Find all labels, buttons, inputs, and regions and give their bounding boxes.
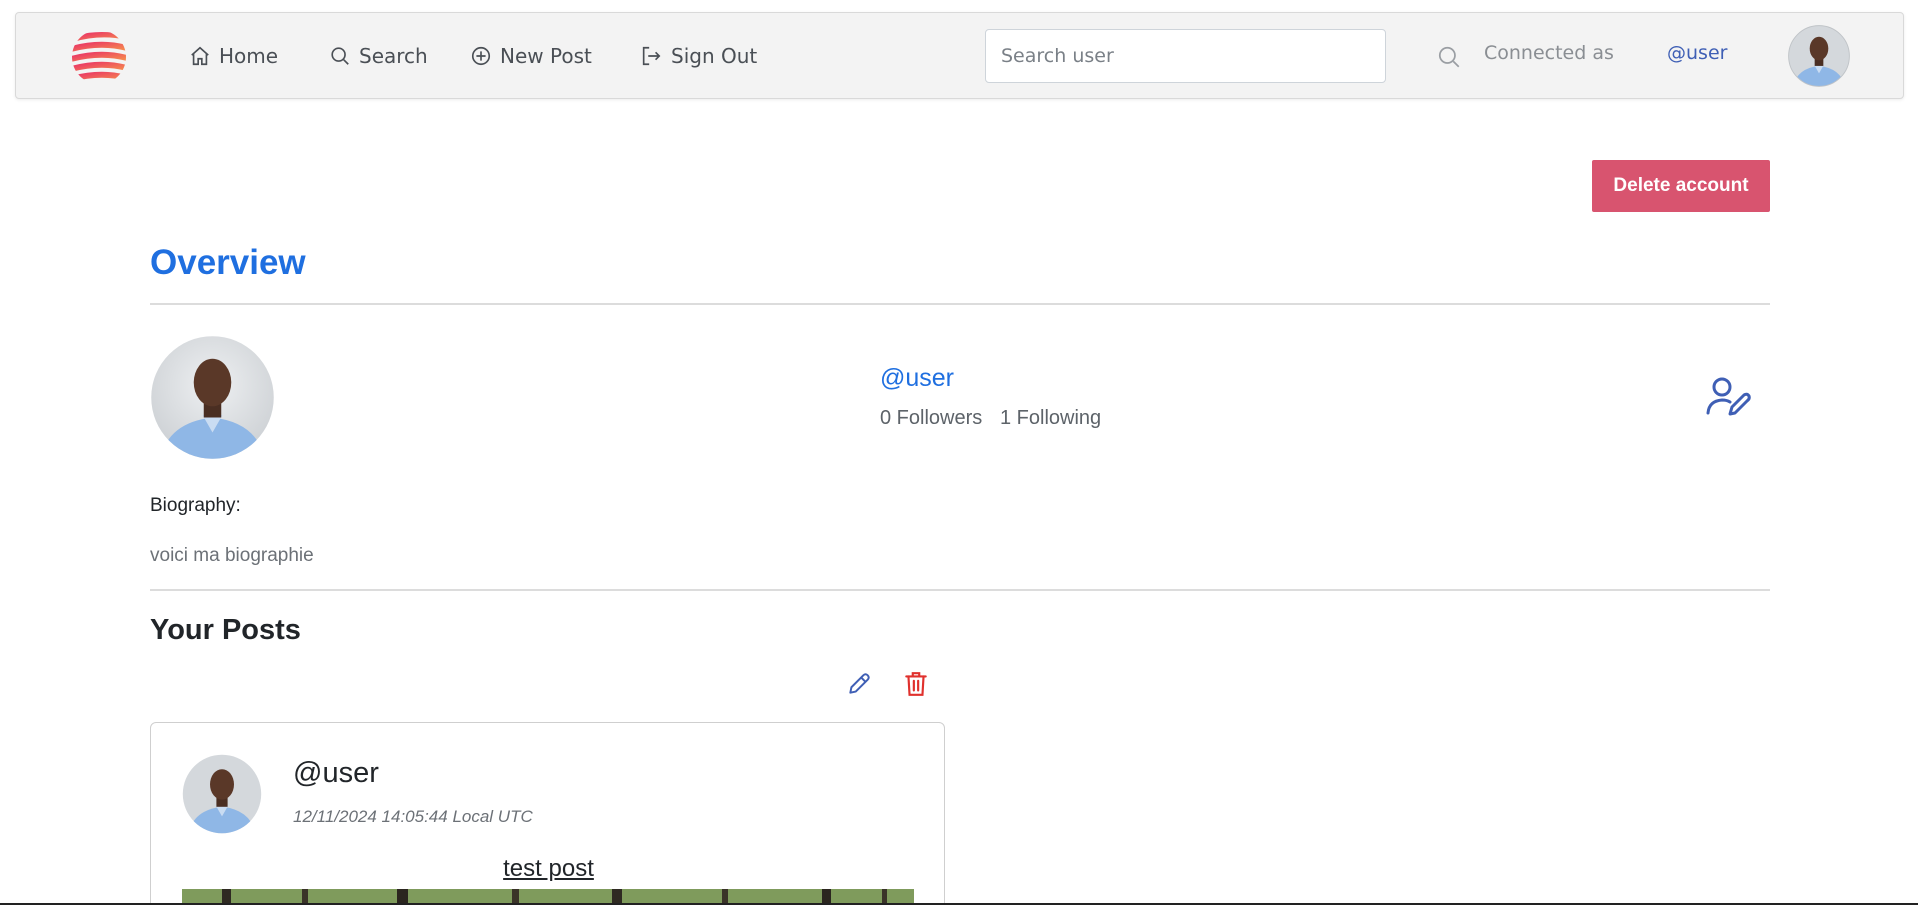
page-title: Overview xyxy=(150,243,306,282)
logo-icon[interactable] xyxy=(71,29,127,85)
divider xyxy=(150,303,1770,305)
nav-new-post-label: New Post xyxy=(500,44,592,68)
edit-profile-button[interactable] xyxy=(1705,375,1751,419)
search-user-input[interactable] xyxy=(985,29,1386,83)
search-icon xyxy=(1438,46,1460,68)
nav-search-label: Search xyxy=(359,44,428,68)
followers-count[interactable]: 0 Followers xyxy=(880,407,982,430)
delete-account-button[interactable]: Delete account xyxy=(1592,160,1770,212)
user-edit-icon xyxy=(1706,377,1751,416)
nav-username-link[interactable]: @user xyxy=(1667,42,1727,64)
sign-out-icon xyxy=(642,46,661,66)
your-posts-heading: Your Posts xyxy=(150,614,301,646)
search-submit-button[interactable] xyxy=(1436,44,1462,70)
biography-label: Biography: xyxy=(150,495,241,516)
post-author-username[interactable]: @user xyxy=(293,757,379,790)
nav-new-post-link[interactable]: New Post xyxy=(470,40,592,72)
navbar: Home Search New Post Sign Out Connected … xyxy=(15,12,1904,99)
home-icon xyxy=(191,46,209,66)
profile-username[interactable]: @user xyxy=(880,364,954,393)
edit-post-button[interactable] xyxy=(846,671,872,697)
post-author-avatar xyxy=(182,754,262,834)
nav-sign-out-label: Sign Out xyxy=(671,44,758,68)
post-card: @user 12/11/2024 14:05:44 Local UTC test… xyxy=(150,722,945,905)
connected-as-label: Connected as xyxy=(1484,42,1614,64)
nav-home-link[interactable]: Home xyxy=(189,40,278,72)
nav-search-link[interactable]: Search xyxy=(329,40,428,72)
nav-sign-out-link[interactable]: Sign Out xyxy=(639,40,757,72)
profile-avatar xyxy=(150,335,275,460)
trash-icon xyxy=(905,672,927,696)
following-count[interactable]: 1 Following xyxy=(1000,407,1101,430)
nav-home-label: Home xyxy=(219,44,279,68)
post-title[interactable]: test post xyxy=(151,855,944,883)
nav-avatar[interactable] xyxy=(1788,25,1850,87)
delete-post-button[interactable] xyxy=(903,670,929,698)
biography-text: voici ma biographie xyxy=(150,545,314,566)
post-timestamp: 12/11/2024 14:05:44 Local UTC xyxy=(293,807,533,826)
plus-circle-icon xyxy=(471,46,491,66)
search-icon xyxy=(331,47,349,65)
divider xyxy=(150,589,1770,591)
pencil-icon xyxy=(849,673,870,694)
